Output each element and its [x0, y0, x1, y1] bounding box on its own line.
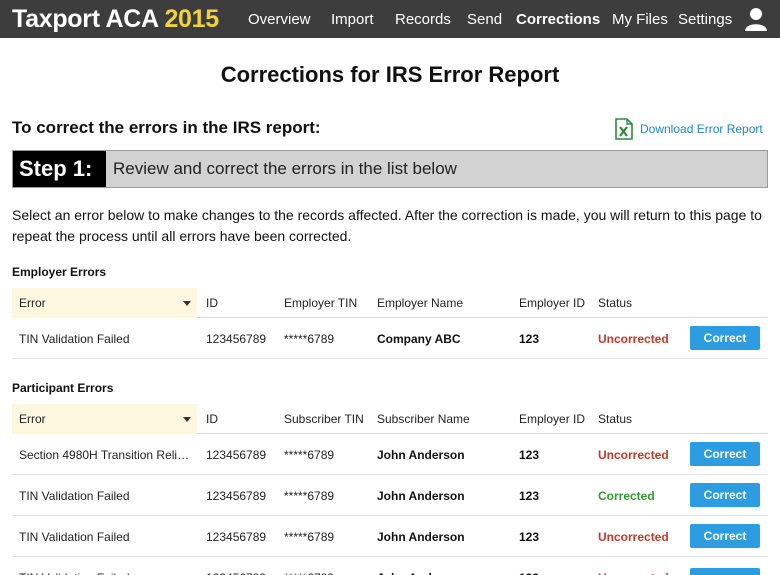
step-text: Review and correct the errors in the lis… — [113, 159, 457, 178]
participant-error-row[interactable]: TIN Validation Failed 123456789 *****678… — [12, 475, 768, 516]
employer-id-cell: 123 — [519, 448, 540, 462]
employer-error-row[interactable]: TIN Validation Failed 123456789 *****678… — [12, 318, 768, 359]
participant-error-row[interactable]: TIN Validation Failed 123456789 *****678… — [12, 516, 768, 557]
app-logo[interactable]: Taxport ACA 2015 — [12, 5, 219, 34]
employer-tin-column-header: Employer TIN — [284, 296, 358, 310]
id-cell: 123456789 — [206, 571, 266, 575]
nav-my-files[interactable]: My Files — [612, 11, 668, 31]
id-column-header: ID — [206, 296, 218, 310]
step-label: Step 1: — [13, 151, 106, 187]
employer-id-column-header: Employer ID — [519, 296, 586, 310]
error-cell: TIN Validation Failed — [19, 489, 130, 503]
step-banner: Step 1: Review and correct the errors in… — [12, 150, 768, 188]
participant-errors-heading: Participant Errors — [12, 381, 114, 395]
status-cell: Corrected — [598, 489, 655, 503]
top-navigation-bar: Taxport ACA 2015 Overview Import Records… — [0, 0, 780, 38]
status-cell: Uncorrected — [598, 448, 669, 462]
error-cell: Section 4980H Transition Relief… — [19, 448, 195, 462]
employer-id-column-header: Employer ID — [519, 412, 586, 426]
correct-button[interactable]: Correct — [690, 442, 760, 466]
error-cell: TIN Validation Failed — [19, 530, 130, 544]
name-cell: John Anderson — [377, 571, 465, 575]
name-cell: John Anderson — [377, 530, 465, 544]
nav-import[interactable]: Import — [331, 11, 374, 31]
error-filter-dropdown[interactable]: Error — [12, 404, 197, 434]
status-column-header: Status — [598, 412, 633, 426]
employer-name-column-header: Employer Name — [377, 296, 464, 310]
caret-down-icon — [183, 417, 191, 422]
employer-id-cell: 123 — [519, 530, 540, 544]
user-icon[interactable] — [745, 7, 767, 31]
download-label: Download Error Report — [640, 122, 763, 136]
employer-id-cell: 123 — [519, 489, 540, 503]
employer-table-header: Error ID Employer TIN Employer Name Empl… — [12, 288, 768, 318]
app-year: 2015 — [164, 5, 219, 33]
status-cell: Uncorrected — [598, 530, 669, 544]
instructions-heading: To correct the errors in the IRS report: — [12, 118, 321, 137]
subscriber-name-column-header: Subscriber Name — [377, 412, 470, 426]
tin-cell: *****6789 — [284, 489, 335, 503]
download-error-report-link[interactable]: Download Error Report — [614, 118, 763, 140]
nav-send[interactable]: Send — [467, 11, 502, 31]
nav-settings[interactable]: Settings — [678, 11, 732, 31]
correct-button[interactable]: Correct — [690, 326, 760, 350]
app-name: Taxport ACA — [12, 5, 158, 33]
tin-cell: *****6789 — [284, 448, 335, 462]
name-cell: John Anderson — [377, 448, 465, 462]
intro-text: Select an error below to make changes to… — [12, 207, 762, 244]
error-filter-dropdown[interactable]: Error — [12, 288, 197, 318]
id-cell: 123456789 — [206, 448, 267, 462]
name-cell: John Anderson — [377, 489, 465, 503]
participant-error-row[interactable]: Section 4980H Transition Relief… 1234567… — [12, 434, 768, 475]
nav-records[interactable]: Records — [395, 11, 451, 31]
caret-down-icon — [183, 301, 191, 306]
id-cell: 123456789 — [206, 530, 267, 544]
page-title: Corrections for IRS Error Report — [220, 62, 560, 87]
id-cell: 123456789 — [206, 489, 267, 503]
nav-overview[interactable]: Overview — [248, 11, 311, 31]
excel-file-icon — [615, 118, 633, 140]
correct-button[interactable]: Correct — [690, 483, 760, 507]
tin-cell: *****6789 — [284, 530, 335, 544]
name-cell: Company ABC — [377, 332, 461, 346]
employer-id-cell: 123 — [519, 571, 539, 575]
status-cell: Uncorrected — [598, 332, 669, 346]
id-column-header: ID — [206, 412, 218, 426]
tin-cell: *****6789 — [284, 571, 334, 575]
error-column-header: Error — [19, 296, 46, 310]
id-cell: 123456789 — [206, 332, 267, 346]
correct-button[interactable]: Correct — [690, 568, 760, 575]
nav-corrections[interactable]: Corrections — [516, 11, 600, 31]
error-cell: TIN Validation Failed — [19, 332, 130, 346]
subscriber-tin-column-header: Subscriber TIN — [284, 412, 364, 426]
status-cell: Uncorrected — [598, 571, 669, 575]
status-column-header: Status — [598, 296, 633, 310]
error-column-header: Error — [19, 412, 46, 426]
employer-id-cell: 123 — [519, 332, 540, 346]
employer-errors-heading: Employer Errors — [12, 265, 107, 279]
participant-table-header: Error ID Subscriber TIN Subscriber Name … — [12, 404, 768, 434]
tin-cell: *****6789 — [284, 332, 335, 346]
participant-error-row-partial[interactable]: TIN Validation Failed 123456789 *****678… — [12, 566, 768, 575]
error-cell: TIN Validation Failed — [19, 571, 195, 575]
correct-button[interactable]: Correct — [690, 524, 760, 548]
